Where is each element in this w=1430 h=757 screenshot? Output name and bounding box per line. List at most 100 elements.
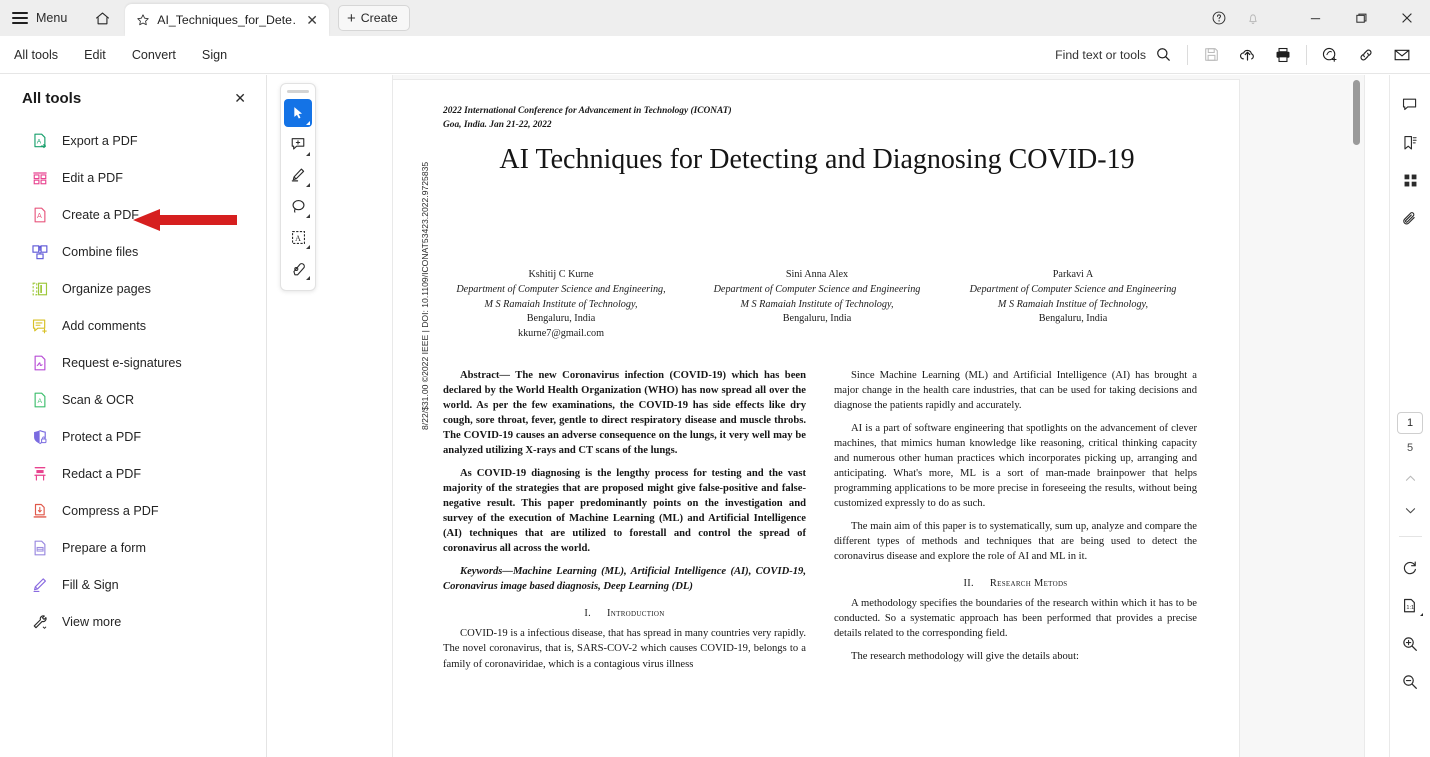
author-institute: M S Ramaiah Institute of Technology, (740, 298, 894, 310)
menu-button[interactable]: Menu (0, 0, 79, 36)
attachment-clip-icon[interactable] (1393, 201, 1427, 236)
create-button-label: Create (360, 11, 398, 25)
vertical-scrollbar-thumb[interactable] (1353, 80, 1360, 145)
tab-convert[interactable]: Convert (119, 36, 189, 74)
author-dept: Department of Computer Science and Engin… (713, 284, 921, 296)
author-name: Kshitij C Kurne (528, 269, 594, 280)
page-scroll-region[interactable]: 8/22/$31.00 ©2022 IEEE | DOI: 10.1109/IC… (392, 75, 1365, 757)
abstract-paragraph: Abstract— The new Coronavirus infection … (443, 370, 806, 457)
tool-item-edit-a-pdf[interactable]: Edit a PDF (0, 159, 266, 196)
combine-files-icon (30, 242, 49, 261)
chevron-down-icon[interactable] (1420, 613, 1423, 616)
tool-item-redact-a-pdf[interactable]: Redact a PDF (0, 455, 266, 492)
page-number-input[interactable]: 1 (1397, 412, 1423, 434)
tool-item-scan-and-ocr[interactable]: A Scan & OCR (0, 381, 266, 418)
tool-item-view-more[interactable]: View more (0, 603, 266, 640)
toolbar-drag-handle[interactable] (287, 90, 309, 93)
previous-page-button[interactable] (1393, 464, 1427, 492)
document-tab[interactable]: AI_Techniques_for_Dete… ✕ (125, 4, 330, 36)
tool-item-compress-a-pdf[interactable]: Compress a PDF (0, 492, 266, 529)
tool-item-protect-a-pdf[interactable]: Protect a PDF (0, 418, 266, 455)
highlight-pen-icon[interactable] (284, 161, 312, 189)
erase-stamp-icon[interactable] (284, 254, 312, 282)
tab-sign[interactable]: Sign (189, 36, 240, 74)
section-title: Research Metods (989, 578, 1068, 590)
tool-item-request-e-signatures[interactable]: Request e-signatures (0, 344, 266, 381)
text-select-icon[interactable]: A (284, 223, 312, 251)
tool-label: Prepare a form (62, 540, 146, 555)
two-column-body: Abstract— The new Coronavirus infection … (443, 368, 1197, 680)
home-icon (94, 10, 111, 27)
right-paragraph-4: A methodology specifies the boundaries o… (834, 598, 1197, 640)
tab-edit[interactable]: Edit (71, 36, 119, 74)
restore-icon[interactable] (1338, 0, 1384, 36)
home-button[interactable] (79, 0, 125, 36)
fill-sign-icon (30, 575, 49, 594)
print-icon[interactable] (1265, 36, 1301, 74)
thumbnail-grid-icon[interactable] (1393, 163, 1427, 198)
help-icon[interactable] (1202, 0, 1236, 36)
introduction-paragraph: COVID-19 is a infectious disease, that h… (443, 628, 806, 670)
add-stamp-icon[interactable] (1312, 36, 1348, 74)
chevron-down-icon[interactable] (306, 276, 310, 280)
close-icon[interactable]: ✕ (304, 13, 320, 27)
cloud-upload-icon[interactable] (1229, 36, 1265, 74)
chevron-down-icon[interactable] (306, 183, 310, 187)
tool-item-organize-pages[interactable]: Organize pages (0, 270, 266, 307)
author-3: Parkavi A Department of Computer Science… (945, 268, 1201, 341)
find-label: Find text or tools (1055, 47, 1146, 62)
next-page-button[interactable] (1393, 496, 1427, 524)
fit-page-icon[interactable]: 1:1 (1393, 588, 1427, 623)
toolbar-right-group: Find text or tools (1055, 36, 1430, 74)
author-institute: M S Ramaiah Institue of Technology, (997, 298, 1149, 310)
bookmark-panel-icon[interactable] (1393, 125, 1427, 160)
doi-sidebar-text: 8/22/$31.00 ©2022 IEEE | DOI: 10.1109/IC… (420, 161, 430, 430)
tool-item-fill-and-sign[interactable]: Fill & Sign (0, 566, 266, 603)
create-button[interactable]: + Create (338, 5, 410, 31)
current-page-value: 1 (1406, 417, 1414, 429)
lasso-select-icon[interactable] (284, 192, 312, 220)
tool-item-export-a-pdf[interactable]: A Export a PDF (0, 122, 266, 159)
link-icon[interactable] (1348, 36, 1384, 74)
mail-icon[interactable] (1384, 36, 1420, 74)
window-close-icon[interactable] (1384, 0, 1430, 36)
toolbar-separator (1187, 44, 1188, 65)
toolbar-separator-2 (1306, 44, 1307, 65)
comment-panel-icon[interactable] (1393, 87, 1427, 122)
chevron-down-icon[interactable] (306, 121, 310, 125)
tool-item-prepare-a-form[interactable]: Prepare a form (0, 529, 266, 566)
rotate-icon[interactable] (1393, 550, 1427, 585)
left-column: Abstract— The new Coronavirus infection … (443, 368, 806, 680)
right-paragraph-5: The research methodology will give the d… (851, 651, 1079, 663)
zoom-out-icon[interactable] (1393, 664, 1427, 699)
vertical-scrollbar-track[interactable] (1349, 75, 1364, 757)
tool-item-create-a-pdf[interactable]: A Create a PDF (0, 196, 266, 233)
tab-all-tools[interactable]: All tools (0, 36, 71, 74)
chevron-down-icon[interactable] (306, 214, 310, 218)
search-icon[interactable] (1155, 46, 1172, 63)
notification-bell-icon[interactable] (1236, 0, 1270, 36)
save-icon[interactable] (1193, 36, 1229, 74)
right-paragraph-2: AI is a part of software engineering tha… (834, 423, 1197, 510)
add-comment-icon[interactable] (284, 130, 312, 158)
chevron-down-icon[interactable] (306, 152, 310, 156)
minimize-icon[interactable] (1292, 0, 1338, 36)
star-icon[interactable] (136, 13, 150, 27)
right-sidebar: 1 5 1:1 (1389, 75, 1430, 757)
select-cursor-icon[interactable] (284, 99, 312, 127)
author-dept: Department of Computer Science and Engin… (969, 284, 1177, 296)
tool-item-combine-files[interactable]: Combine files (0, 233, 266, 270)
tool-label: Combine files (62, 244, 139, 259)
organize-pages-icon (30, 279, 49, 298)
chevron-down-icon[interactable] (306, 245, 310, 249)
find-text-or-tools[interactable]: Find text or tools (1055, 46, 1172, 63)
tool-item-add-comments[interactable]: Add comments (0, 307, 266, 344)
author-name: Sini Anna Alex (785, 269, 849, 280)
zoom-in-icon[interactable] (1393, 626, 1427, 661)
author-city: Bengaluru, India (782, 313, 852, 325)
close-icon[interactable]: ✕ (230, 89, 250, 107)
menu-button-label: Menu (36, 11, 68, 25)
tool-label: Fill & Sign (62, 577, 119, 592)
svg-text:A: A (36, 211, 41, 220)
all-tools-panel: All tools ✕ A Export a PDF Edit a PDF A (0, 75, 267, 757)
